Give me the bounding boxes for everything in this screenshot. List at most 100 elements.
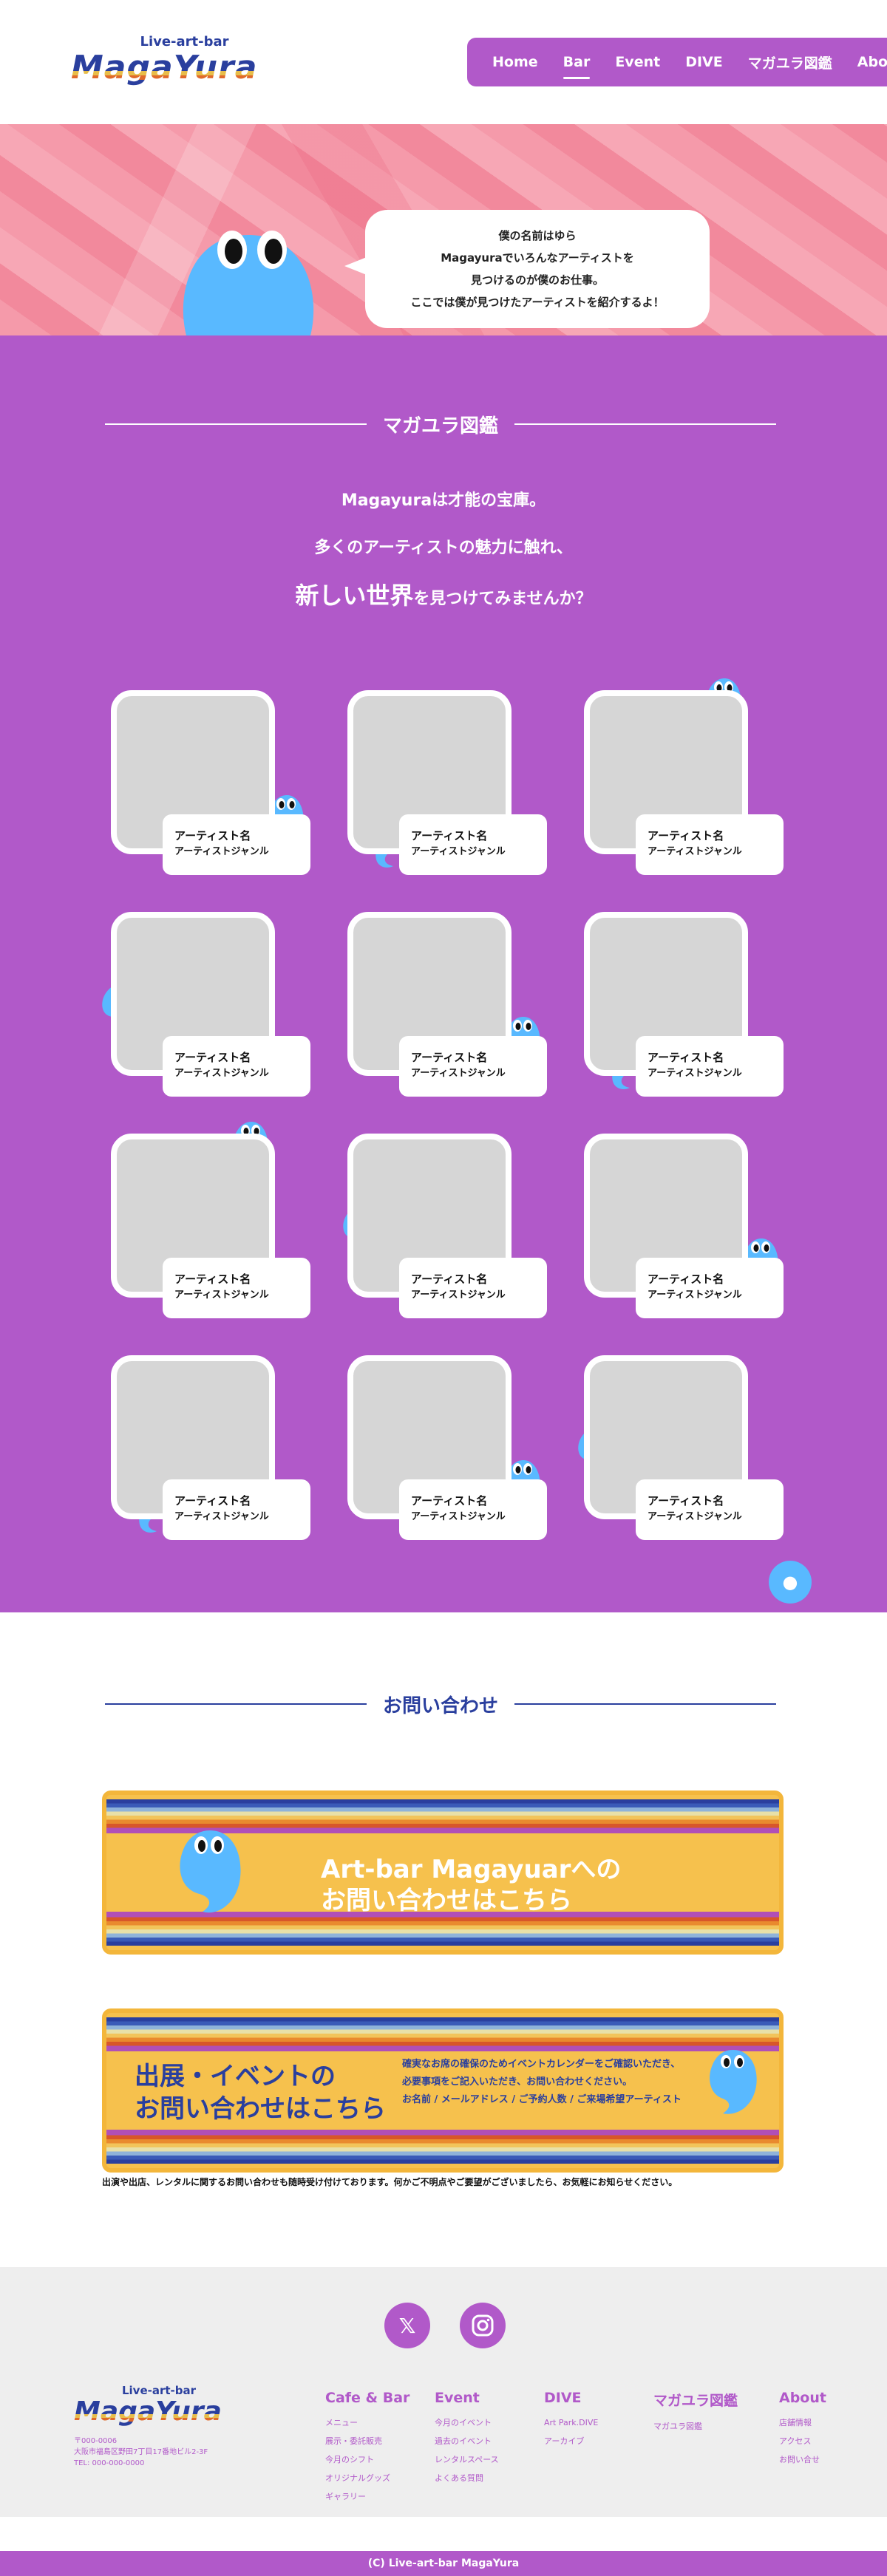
footer-link[interactable]: アーカイブ <box>544 2432 653 2450</box>
footer-logo[interactable]: Live-art-bar MagaYura <box>74 2384 244 2427</box>
mascot-yura-icon <box>180 1830 241 1913</box>
contact-note: 出演や出店、レンタルに関するお問い合わせも随時受け付けております。何かご不明点や… <box>102 2177 678 2187</box>
footer-link[interactable]: お問い合せ <box>779 2450 887 2469</box>
footer-column: About 店舗情報 アクセス お問い合せ <box>779 2390 887 2506</box>
artist-card[interactable]: アーティスト名 アーティストジャンル <box>111 690 310 875</box>
artist-name: アーティスト名 <box>648 1494 724 1507</box>
hero-banner: 僕の名前はゆら Magayuraでいろんなアーティストを 見つけるのが僕のお仕事… <box>0 124 887 335</box>
artist-card[interactable]: アーティスト名アーティストジャンル <box>111 1122 310 1318</box>
artist-card[interactable]: アーティスト名 アーティストジャンル <box>584 678 784 875</box>
artist-name: アーティスト名 <box>174 1494 251 1507</box>
nav-zukan[interactable]: マガユラ図鑑 <box>748 52 832 72</box>
footer-link[interactable]: レンタルスペース <box>435 2450 544 2469</box>
rainbow-stripes <box>106 2130 779 2164</box>
artist-label: アーティスト名アーティストジャンル <box>399 1258 547 1318</box>
artist-label: アーティスト名アーティストジャンル <box>399 1036 547 1097</box>
artist-genre: アーティストジャンル <box>648 1289 742 1301</box>
footer-address: 〒000-0006 大阪市福島区野田7丁目17番地ビル2-3F TEL: 000… <box>74 2436 208 2469</box>
artist-genre: アーティストジャンル <box>174 1289 269 1301</box>
page: Live-art-bar MagaYura Home Bar Event DIV… <box>0 0 887 2576</box>
sns-links: 𝕏 <box>384 2303 506 2348</box>
artist-name: アーティスト名 <box>174 829 251 842</box>
artist-genre: アーティストジャンル <box>648 846 742 857</box>
copyright-text: (C) Live-art-bar MagaYura <box>367 2558 520 2569</box>
footer-column: Event 今月のイベント 過去のイベント レンタルスペース よくある質問 <box>435 2390 544 2506</box>
artist-genre: アーティストジャンル <box>411 1289 506 1301</box>
footer-link[interactable]: 過去のイベント <box>435 2432 544 2450</box>
artist-card[interactable]: アーティスト名 アーティストジャンル <box>584 1134 784 1318</box>
heading-rule <box>514 423 777 425</box>
artist-name: アーティスト名 <box>648 1051 724 1064</box>
scroll-top-button[interactable]: ● <box>769 1561 812 1604</box>
site-header: Live-art-bar MagaYura Home Bar Event DIV… <box>0 0 887 124</box>
footer-column-title[interactable]: マガユラ図鑑 <box>653 2390 779 2410</box>
bubble-line: 見つけるのが僕のお仕事。 <box>470 273 604 287</box>
footer-link[interactable]: 今月のイベント <box>435 2413 544 2432</box>
footer-link[interactable]: 展示・委託販売 <box>325 2432 435 2450</box>
footer-column-title[interactable]: Cafe & Bar <box>325 2390 435 2406</box>
artist-card[interactable]: アーティスト名アーティストジャンル <box>347 912 547 1097</box>
footer-column-title[interactable]: Event <box>435 2390 544 2406</box>
contact-event-banner[interactable]: 出展・イベントの お問い合わせはこちら 確実なお席の確保のためイベントカレンダー… <box>102 2008 784 2173</box>
nav-about[interactable]: About <box>857 54 887 70</box>
banner2-title: 出展・イベントの お問い合わせはこちら <box>135 2060 386 2125</box>
footer-link[interactable]: 今月のシフト <box>325 2450 435 2469</box>
instagram-glyph <box>472 2314 494 2337</box>
heading-rule <box>105 423 367 425</box>
address-line: TEL: 000-000-0000 <box>74 2459 145 2467</box>
address-line: 〒000-0006 <box>74 2437 118 2445</box>
zukan-heading: マガユラ図鑑 <box>105 408 777 440</box>
footer-column-title[interactable]: DIVE <box>544 2390 653 2406</box>
artist-card[interactable]: アーティスト名アーティストジャンル <box>343 1134 547 1318</box>
footer-column: マガユラ図鑑 マガユラ図鑑 <box>653 2390 779 2506</box>
footer-link[interactable]: ギャラリー <box>325 2487 435 2506</box>
banner2-note: 確実なお席の確保のためイベントカレンダーをご確認いただき、 必要事項をご記入いた… <box>402 2056 682 2109</box>
artist-label: アーティスト名 アーティストジャンル <box>636 1479 784 1540</box>
site-footer: 𝕏 Live-art-bar MagaYura 〒000-0006 大阪市福島区… <box>0 2267 887 2517</box>
artist-card[interactable]: アーティスト名 アーティストジャンル <box>347 1355 547 1540</box>
site-logo[interactable]: Live-art-bar MagaYura <box>71 34 282 86</box>
artist-card[interactable]: アーティスト名 アーティストジャンル <box>584 912 784 1097</box>
artist-genre: アーティストジャンル <box>411 1511 506 1522</box>
artist-card[interactable]: アーティスト名 アーティストジャンル <box>111 1355 310 1540</box>
artist-label: アーティスト名 アーティストジャンル <box>163 1479 310 1540</box>
intro-line-2: 多くのアーティストの魅力に触れ、 <box>314 539 573 557</box>
artist-card[interactable]: アーティスト名 アーティストジャンル <box>102 912 310 1097</box>
nav-bar[interactable]: Bar <box>563 54 590 79</box>
artist-genre: アーティストジャンル <box>411 1068 506 1079</box>
heading-rule <box>514 1703 777 1705</box>
heading-rule <box>105 1703 367 1705</box>
artist-card[interactable]: アーティスト名 アーティストジャンル <box>347 690 547 875</box>
contact-heading: お問い合わせ <box>105 1688 777 1720</box>
bubble-line: 僕の名前はゆら <box>498 229 577 242</box>
artist-name: アーティスト名 <box>174 1272 251 1286</box>
instagram-icon[interactable] <box>460 2303 506 2348</box>
artist-card[interactable]: アーティスト名 アーティストジャンル <box>578 1355 784 1540</box>
nav-event[interactable]: Event <box>615 54 660 70</box>
footer-logo-word: MagaYura <box>74 2397 244 2427</box>
artist-name: アーティスト名 <box>174 1051 251 1064</box>
nav-home[interactable]: Home <box>492 54 538 70</box>
artist-label: アーティスト名 アーティストジャンル <box>163 814 310 875</box>
banner1-text: Art-bar Magayuarへの お問い合わせはこちら <box>321 1854 621 1916</box>
artist-name: アーティスト名 <box>411 1272 488 1286</box>
footer-column-title[interactable]: About <box>779 2390 887 2406</box>
artist-name: アーティスト名 <box>411 1051 488 1064</box>
footer-link[interactable]: 店舗情報 <box>779 2413 887 2432</box>
footer-link[interactable]: マガユラ図鑑 <box>653 2417 779 2436</box>
banner2-line-1: 出展・イベントの <box>135 2062 336 2091</box>
main-nav: Home Bar Event DIVE マガユラ図鑑 About <box>467 38 887 86</box>
footer-link[interactable]: アクセス <box>779 2432 887 2450</box>
footer-column: Cafe & Bar メニュー 展示・委託販売 今月のシフト オリジナルグッズ ギャラリー <box>325 2390 435 2506</box>
artist-label: アーティスト名 アーティストジャンル <box>163 1036 310 1097</box>
footer-link[interactable]: メニュー <box>325 2413 435 2432</box>
nav-dive[interactable]: DIVE <box>685 54 723 70</box>
contact-bar-banner[interactable]: Art-bar Magayuarへの お問い合わせはこちら <box>102 1790 784 1955</box>
footer-link[interactable]: オリジナルグッズ <box>325 2469 435 2487</box>
footer-link[interactable]: よくある質問 <box>435 2469 544 2487</box>
artist-label: アーティスト名 アーティストジャンル <box>399 1479 547 1540</box>
contact-title: お問い合わせ <box>383 1694 499 1717</box>
banner2-note-3: お名前 / メールアドレス / ご予約人数 / ご来場希望アーティスト <box>402 2094 682 2105</box>
x-icon[interactable]: 𝕏 <box>384 2303 430 2348</box>
footer-link[interactable]: Art Park.DIVE <box>544 2413 653 2432</box>
